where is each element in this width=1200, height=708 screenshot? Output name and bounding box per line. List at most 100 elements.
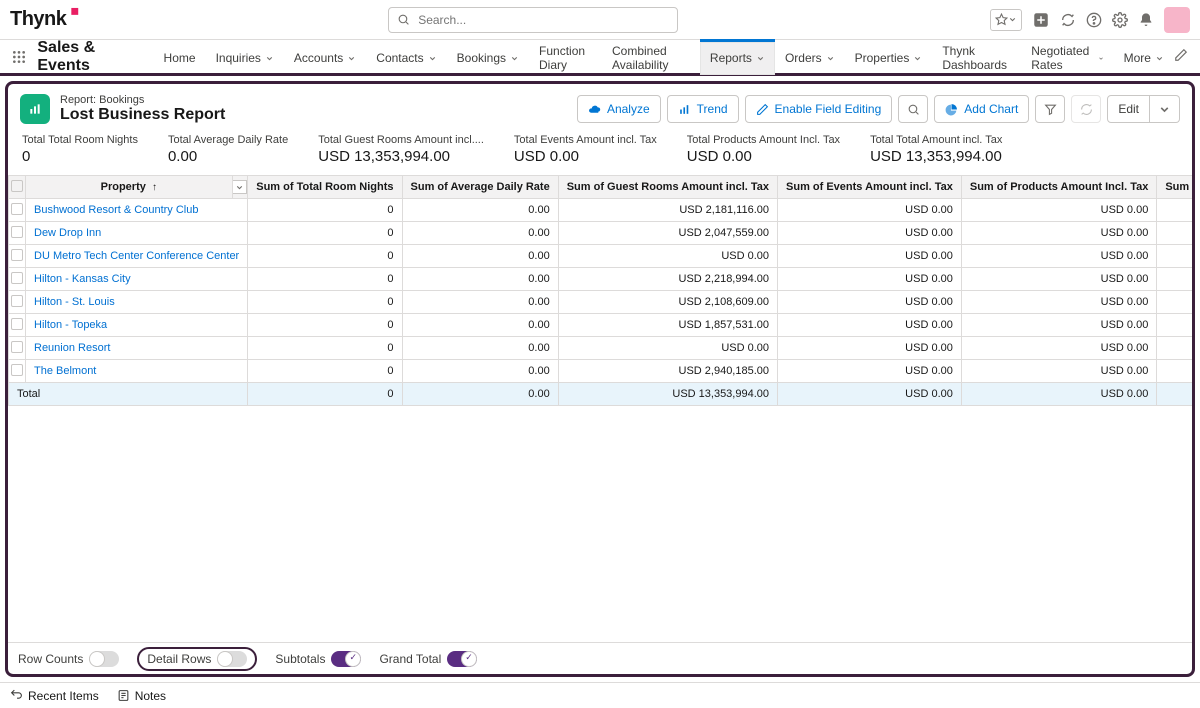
- nav-tab-bookings[interactable]: Bookings: [447, 39, 529, 75]
- switch-on[interactable]: [447, 651, 477, 667]
- row-checkbox[interactable]: [9, 314, 26, 337]
- nav-tab-contacts[interactable]: Contacts: [366, 39, 446, 75]
- column-header[interactable]: Sum of Guest Rooms Amount incl. Tax: [558, 176, 777, 199]
- property-cell[interactable]: Bushwood Resort & Country Club: [26, 199, 248, 222]
- property-cell[interactable]: Hilton - St. Louis: [26, 291, 248, 314]
- pie-icon: [945, 103, 958, 116]
- trend-button[interactable]: Trend: [667, 95, 739, 123]
- global-add-button[interactable]: [1032, 11, 1050, 29]
- data-cell: USD 0.00: [778, 245, 962, 268]
- property-link[interactable]: Dew Drop Inn: [34, 227, 101, 239]
- column-header[interactable]: Sum of Events Amount incl. Tax: [778, 176, 962, 199]
- row-checkbox[interactable]: [9, 245, 26, 268]
- report-toggle-bar: Row Counts Detail Rows Subtotals Grand T…: [8, 642, 1192, 674]
- edit-menu-button[interactable]: [1150, 95, 1180, 123]
- refresh-button[interactable]: [1071, 95, 1101, 123]
- global-search[interactable]: [388, 7, 678, 33]
- property-cell[interactable]: Hilton - Kansas City: [26, 268, 248, 291]
- select-all-header[interactable]: [9, 176, 26, 199]
- edit-nav-button[interactable]: [1174, 48, 1188, 65]
- property-cell[interactable]: Dew Drop Inn: [26, 222, 248, 245]
- data-cell: 0.00: [402, 245, 558, 268]
- nav-tab-function-diary[interactable]: Function Diary: [529, 39, 602, 75]
- column-header[interactable]: Sum of Total Amount incl. Tax: [1157, 176, 1192, 199]
- nav-tab-home[interactable]: Home: [154, 39, 206, 75]
- nav-tab-properties[interactable]: Properties: [845, 39, 933, 75]
- total-cell: 0: [248, 383, 402, 406]
- row-checkbox[interactable]: [9, 268, 26, 291]
- property-cell[interactable]: The Belmont: [26, 360, 248, 383]
- property-link[interactable]: The Belmont: [34, 365, 96, 377]
- report-header: Report: Bookings Lost Business Report An…: [8, 84, 1192, 130]
- property-link[interactable]: Reunion Resort: [34, 342, 110, 354]
- grand-total-label: Grand Total: [379, 652, 441, 666]
- property-link[interactable]: Hilton - Kansas City: [34, 273, 131, 285]
- column-header[interactable]: Sum of Average Daily Rate: [402, 176, 558, 199]
- data-cell: 0.00: [402, 268, 558, 291]
- kpi-card: Total Products Amount Incl. TaxUSD 0.00: [687, 134, 840, 165]
- setup-button[interactable]: [1112, 12, 1128, 28]
- nav-tab-more[interactable]: More: [1114, 39, 1174, 75]
- data-cell: USD 2,181,116.00: [558, 199, 777, 222]
- switch-off[interactable]: [89, 651, 119, 667]
- row-checkbox[interactable]: [9, 222, 26, 245]
- row-counts-toggle[interactable]: Row Counts: [18, 651, 119, 667]
- switch-off[interactable]: [217, 651, 247, 667]
- user-avatar[interactable]: [1164, 7, 1190, 33]
- column-header[interactable]: Sum of Products Amount Incl. Tax: [961, 176, 1156, 199]
- star-icon: [995, 13, 1008, 26]
- row-counts-label: Row Counts: [18, 652, 83, 666]
- filter-button[interactable]: [1035, 95, 1065, 123]
- property-link[interactable]: Bushwood Resort & Country Club: [34, 204, 198, 216]
- nav-tab-orders[interactable]: Orders: [775, 39, 845, 75]
- help-button[interactable]: [1086, 12, 1102, 28]
- kpi-label: Total Products Amount Incl. Tax: [687, 134, 840, 146]
- data-cell: 0: [248, 314, 402, 337]
- data-cell: USD 0.00: [778, 199, 962, 222]
- nav-tab-inquiries[interactable]: Inquiries: [206, 39, 284, 75]
- nav-tab-negotiated-rates[interactable]: Negotiated Rates: [1021, 39, 1113, 75]
- detail-rows-toggle[interactable]: Detail Rows: [137, 647, 257, 671]
- data-cell: USD 0.00: [961, 268, 1156, 291]
- add-chart-button[interactable]: Add Chart: [934, 95, 1029, 123]
- column-header[interactable]: Sum of Total Room Nights: [248, 176, 402, 199]
- property-cell[interactable]: Reunion Resort: [26, 337, 248, 360]
- global-search-input[interactable]: [416, 12, 669, 28]
- property-cell[interactable]: Hilton - Topeka: [26, 314, 248, 337]
- report-table: Property ↑ Sum of Total Room Nights Sum …: [8, 175, 1192, 406]
- property-link[interactable]: Hilton - St. Louis: [34, 296, 115, 308]
- analyze-button[interactable]: Analyze: [577, 95, 661, 123]
- notes-button[interactable]: Notes: [117, 689, 166, 703]
- sync-button[interactable]: [1060, 12, 1076, 28]
- plus-icon: [1032, 11, 1050, 29]
- enable-field-editing-button[interactable]: Enable Field Editing: [745, 95, 893, 123]
- favorites-menu[interactable]: [990, 9, 1022, 31]
- row-checkbox[interactable]: [9, 291, 26, 314]
- kpi-value: 0.00: [168, 148, 288, 165]
- nav-tab-thynk-dashboards[interactable]: Thynk Dashboards: [932, 39, 1021, 75]
- row-checkbox[interactable]: [9, 199, 26, 222]
- data-cell: 0: [248, 291, 402, 314]
- grand-total-toggle[interactable]: Grand Total: [379, 651, 477, 667]
- notifications-button[interactable]: [1138, 12, 1154, 28]
- switch-on[interactable]: [331, 651, 361, 667]
- column-options-button[interactable]: [232, 176, 248, 199]
- column-header-property[interactable]: Property ↑: [26, 176, 233, 199]
- search-report-button[interactable]: [898, 95, 928, 123]
- property-cell[interactable]: DU Metro Tech Center Conference Center: [26, 245, 248, 268]
- edit-button[interactable]: Edit: [1107, 95, 1150, 123]
- chevron-down-icon: [756, 54, 765, 63]
- chevron-down-icon: [1158, 103, 1171, 116]
- app-launcher[interactable]: [8, 45, 29, 69]
- property-link[interactable]: Hilton - Topeka: [34, 319, 107, 331]
- recent-items-button[interactable]: Recent Items: [10, 689, 99, 703]
- nav-tab-combined-availability[interactable]: Combined Availability: [602, 39, 700, 75]
- row-checkbox[interactable]: [9, 337, 26, 360]
- nav-tab-reports[interactable]: Reports: [700, 39, 775, 75]
- property-link[interactable]: DU Metro Tech Center Conference Center: [34, 250, 239, 262]
- brand-logo: Thynk◼: [10, 8, 76, 31]
- nav-tab-accounts[interactable]: Accounts: [284, 39, 366, 75]
- row-checkbox[interactable]: [9, 360, 26, 383]
- subtotals-toggle[interactable]: Subtotals: [275, 651, 361, 667]
- nav-tab-label: Reports: [710, 51, 752, 65]
